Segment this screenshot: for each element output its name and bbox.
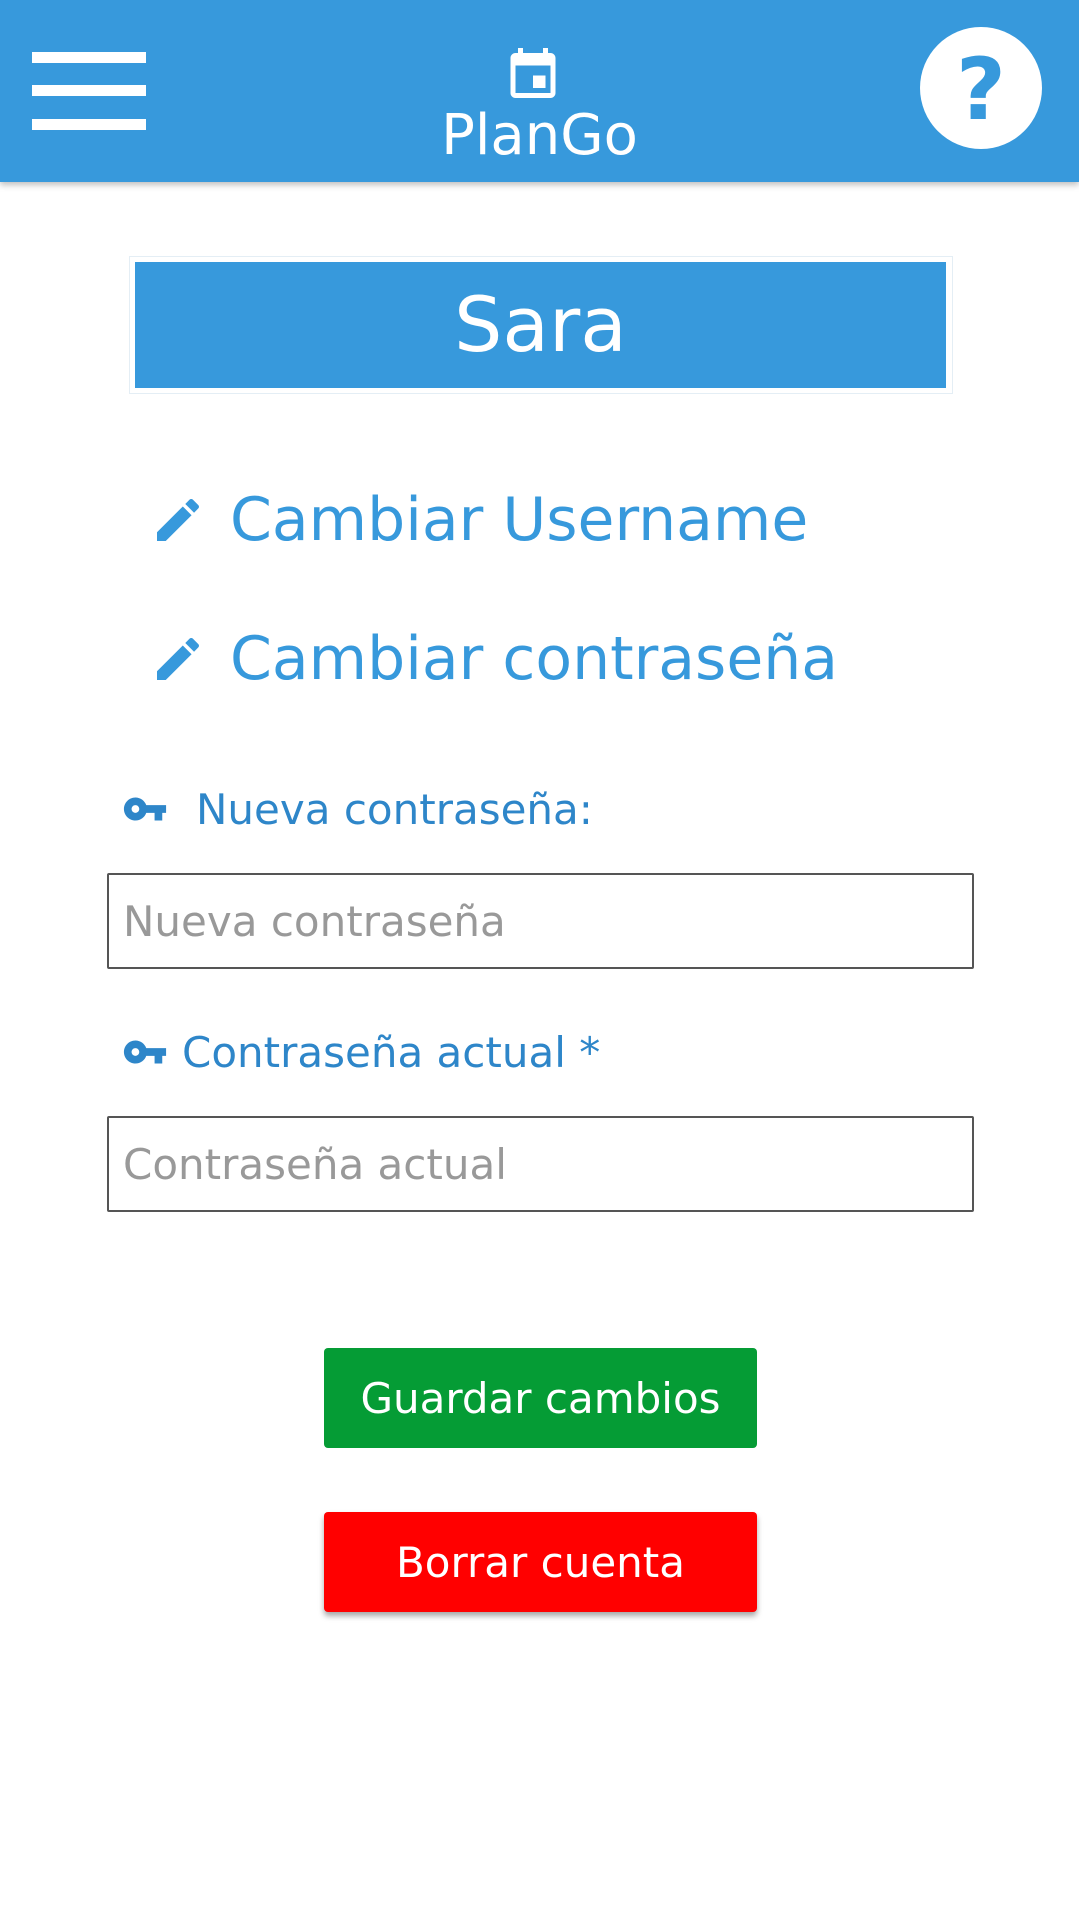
svg-text:?: ?	[956, 40, 1006, 140]
username-banner: Sara	[135, 262, 946, 388]
current-password-input[interactable]	[107, 1116, 974, 1212]
calendar-icon	[510, 48, 556, 98]
key-icon	[123, 1040, 167, 1064]
pencil-icon	[157, 637, 200, 680]
new-password-label-text: Nueva contraseña:	[196, 784, 593, 834]
new-password-label: Nueva contraseña:	[122, 779, 593, 839]
pencil-icon	[157, 498, 200, 541]
key-icon	[123, 797, 167, 821]
delete-account-button[interactable]: Borrar cuenta	[324, 1512, 757, 1612]
app-header: PlanGo ?	[0, 0, 1079, 182]
change-username-link[interactable]: Cambiar Username	[150, 480, 808, 560]
help-button[interactable]: ?	[920, 27, 1042, 149]
current-password-label-text: Contraseña actual *	[182, 1027, 601, 1077]
change-username-label: Cambiar Username	[230, 485, 809, 555]
app-title: PlanGo	[441, 103, 638, 168]
save-changes-button[interactable]: Guardar cambios	[324, 1348, 757, 1448]
change-password-link[interactable]: Cambiar contraseña	[150, 619, 838, 699]
current-password-label: Contraseña actual *	[122, 1022, 600, 1082]
new-password-input[interactable]	[107, 873, 974, 969]
question-mark-icon: ?	[956, 40, 1006, 140]
change-password-label: Cambiar contraseña	[230, 624, 839, 694]
